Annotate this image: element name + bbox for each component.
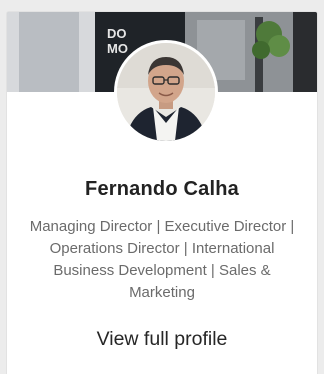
avatar[interactable] (114, 40, 218, 144)
svg-text:DO: DO (107, 26, 127, 41)
page: DO MO Fernando Calha Managing Director |… (0, 0, 324, 374)
view-full-profile-link[interactable]: View full profile (7, 328, 317, 351)
profile-headline: Managing Director | Executive Director |… (29, 218, 295, 301)
profile-card: DO MO Fernando Calha Managing Director |… (7, 12, 317, 374)
avatar-photo (117, 43, 215, 141)
profile-name[interactable]: Fernando Calha (7, 178, 317, 201)
svg-text:MO: MO (107, 41, 128, 56)
